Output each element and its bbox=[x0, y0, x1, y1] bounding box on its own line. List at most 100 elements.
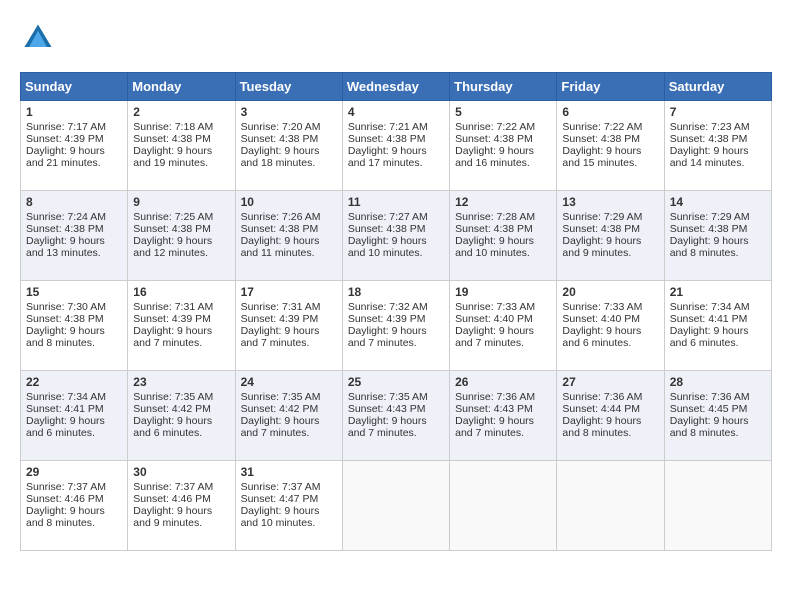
calendar-cell: 14 Sunrise: 7:29 AMSunset: 4:38 PMDayligh… bbox=[664, 191, 771, 281]
calendar-cell: 5Sunrise: 7:22 AMSunset: 4:38 PMDaylight… bbox=[450, 101, 557, 191]
day-info: Sunrise: 7:29 AMSunset: 4:38 PMDaylight:… bbox=[670, 211, 750, 259]
day-info: Sunrise: 7:32 AMSunset: 4:39 PMDaylight:… bbox=[348, 301, 428, 349]
day-info: Sunrise: 7:30 AMSunset: 4:38 PMDaylight:… bbox=[26, 301, 106, 349]
day-info: Sunrise: 7:35 AMSunset: 4:43 PMDaylight:… bbox=[348, 391, 428, 439]
day-number: 24 bbox=[241, 375, 337, 389]
col-header-saturday: Saturday bbox=[664, 73, 771, 101]
day-info: Sunrise: 7:37 AMSunset: 4:46 PMDaylight:… bbox=[133, 481, 213, 529]
day-number: 2 bbox=[133, 105, 229, 119]
calendar-cell: 7 Sunrise: 7:23 AMSunset: 4:38 PMDaylight… bbox=[664, 101, 771, 191]
logo-icon bbox=[20, 20, 56, 56]
calendar-cell: 31 Sunrise: 7:37 AMSunset: 4:47 PMDayligh… bbox=[235, 461, 342, 551]
col-header-wednesday: Wednesday bbox=[342, 73, 449, 101]
day-number: 13 bbox=[562, 195, 658, 209]
col-header-friday: Friday bbox=[557, 73, 664, 101]
calendar-cell: 4 Sunrise: 7:21 AMSunset: 4:38 PMDaylight… bbox=[342, 101, 449, 191]
day-number: 28 bbox=[670, 375, 766, 389]
day-number: 20 bbox=[562, 285, 658, 299]
day-number: 25 bbox=[348, 375, 444, 389]
day-number: 17 bbox=[241, 285, 337, 299]
day-number: 14 bbox=[670, 195, 766, 209]
calendar-cell: 17 Sunrise: 7:31 AMSunset: 4:39 PMDayligh… bbox=[235, 281, 342, 371]
day-info: Sunrise: 7:20 AMSunset: 4:38 PMDaylight:… bbox=[241, 121, 321, 169]
calendar-cell: 23 Sunrise: 7:35 AMSunset: 4:42 PMDayligh… bbox=[128, 371, 235, 461]
calendar-table: SundayMondayTuesdayWednesdayThursdayFrid… bbox=[20, 72, 772, 551]
day-number: 22 bbox=[26, 375, 122, 389]
col-header-tuesday: Tuesday bbox=[235, 73, 342, 101]
logo bbox=[20, 20, 62, 56]
day-info: Sunrise: 7:28 AMSunset: 4:38 PMDaylight:… bbox=[455, 211, 535, 259]
calendar-cell: 19Sunrise: 7:33 AMSunset: 4:40 PMDayligh… bbox=[450, 281, 557, 371]
calendar-cell: 25 Sunrise: 7:35 AMSunset: 4:43 PMDayligh… bbox=[342, 371, 449, 461]
page-header bbox=[20, 20, 772, 56]
calendar-cell: 24 Sunrise: 7:35 AMSunset: 4:42 PMDayligh… bbox=[235, 371, 342, 461]
day-info: Sunrise: 7:35 AMSunset: 4:42 PMDaylight:… bbox=[133, 391, 213, 439]
calendar-cell: 21Sunrise: 7:34 AMSunset: 4:41 PMDayligh… bbox=[664, 281, 771, 371]
day-info: Sunrise: 7:17 AMSunset: 4:39 PMDaylight:… bbox=[26, 121, 106, 169]
day-number: 26 bbox=[455, 375, 551, 389]
calendar-week-row: 8 Sunrise: 7:24 AMSunset: 4:38 PMDaylight… bbox=[21, 191, 772, 281]
calendar-cell: 9 Sunrise: 7:25 AMSunset: 4:38 PMDaylight… bbox=[128, 191, 235, 281]
calendar-cell: 13 Sunrise: 7:29 AMSunset: 4:38 PMDayligh… bbox=[557, 191, 664, 281]
calendar-cell: 15 Sunrise: 7:30 AMSunset: 4:38 PMDayligh… bbox=[21, 281, 128, 371]
day-number: 30 bbox=[133, 465, 229, 479]
day-info: Sunrise: 7:18 AMSunset: 4:38 PMDaylight:… bbox=[133, 121, 213, 169]
day-number: 18 bbox=[348, 285, 444, 299]
calendar-week-row: 1Sunrise: 7:17 AMSunset: 4:39 PMDaylight… bbox=[21, 101, 772, 191]
day-number: 5 bbox=[455, 105, 551, 119]
day-info: Sunrise: 7:37 AMSunset: 4:46 PMDaylight:… bbox=[26, 481, 106, 529]
calendar-cell bbox=[557, 461, 664, 551]
day-info: Sunrise: 7:22 AMSunset: 4:38 PMDaylight:… bbox=[562, 121, 642, 169]
day-info: Sunrise: 7:29 AMSunset: 4:38 PMDaylight:… bbox=[562, 211, 642, 259]
day-number: 15 bbox=[26, 285, 122, 299]
day-info: Sunrise: 7:34 AMSunset: 4:41 PMDaylight:… bbox=[26, 391, 106, 439]
calendar-header-row: SundayMondayTuesdayWednesdayThursdayFrid… bbox=[21, 73, 772, 101]
day-number: 7 bbox=[670, 105, 766, 119]
day-info: Sunrise: 7:37 AMSunset: 4:47 PMDaylight:… bbox=[241, 481, 321, 529]
calendar-cell: 30 Sunrise: 7:37 AMSunset: 4:46 PMDayligh… bbox=[128, 461, 235, 551]
day-number: 9 bbox=[133, 195, 229, 209]
calendar-cell: 8 Sunrise: 7:24 AMSunset: 4:38 PMDaylight… bbox=[21, 191, 128, 281]
day-info: Sunrise: 7:36 AMSunset: 4:44 PMDaylight:… bbox=[562, 391, 642, 439]
calendar-cell bbox=[664, 461, 771, 551]
calendar-cell: 27Sunrise: 7:36 AMSunset: 4:44 PMDayligh… bbox=[557, 371, 664, 461]
calendar-cell: 29 Sunrise: 7:37 AMSunset: 4:46 PMDayligh… bbox=[21, 461, 128, 551]
day-number: 31 bbox=[241, 465, 337, 479]
day-info: Sunrise: 7:24 AMSunset: 4:38 PMDaylight:… bbox=[26, 211, 106, 259]
calendar-cell: 18 Sunrise: 7:32 AMSunset: 4:39 PMDayligh… bbox=[342, 281, 449, 371]
day-info: Sunrise: 7:25 AMSunset: 4:38 PMDaylight:… bbox=[133, 211, 213, 259]
day-info: Sunrise: 7:21 AMSunset: 4:38 PMDaylight:… bbox=[348, 121, 428, 169]
calendar-cell: 10 Sunrise: 7:26 AMSunset: 4:38 PMDayligh… bbox=[235, 191, 342, 281]
day-number: 16 bbox=[133, 285, 229, 299]
day-number: 29 bbox=[26, 465, 122, 479]
day-number: 23 bbox=[133, 375, 229, 389]
calendar-cell: 12 Sunrise: 7:28 AMSunset: 4:38 PMDayligh… bbox=[450, 191, 557, 281]
day-number: 8 bbox=[26, 195, 122, 209]
calendar-cell: 28 Sunrise: 7:36 AMSunset: 4:45 PMDayligh… bbox=[664, 371, 771, 461]
col-header-sunday: Sunday bbox=[21, 73, 128, 101]
day-info: Sunrise: 7:36 AMSunset: 4:45 PMDaylight:… bbox=[670, 391, 750, 439]
day-number: 4 bbox=[348, 105, 444, 119]
calendar-cell: 20Sunrise: 7:33 AMSunset: 4:40 PMDayligh… bbox=[557, 281, 664, 371]
day-number: 11 bbox=[348, 195, 444, 209]
day-number: 10 bbox=[241, 195, 337, 209]
calendar-cell bbox=[450, 461, 557, 551]
calendar-week-row: 15 Sunrise: 7:30 AMSunset: 4:38 PMDayligh… bbox=[21, 281, 772, 371]
calendar-week-row: 29 Sunrise: 7:37 AMSunset: 4:46 PMDayligh… bbox=[21, 461, 772, 551]
col-header-monday: Monday bbox=[128, 73, 235, 101]
day-number: 3 bbox=[241, 105, 337, 119]
day-number: 6 bbox=[562, 105, 658, 119]
calendar-week-row: 22 Sunrise: 7:34 AMSunset: 4:41 PMDayligh… bbox=[21, 371, 772, 461]
calendar-cell: 3 Sunrise: 7:20 AMSunset: 4:38 PMDaylight… bbox=[235, 101, 342, 191]
day-info: Sunrise: 7:36 AMSunset: 4:43 PMDaylight:… bbox=[455, 391, 535, 439]
calendar-cell: 6 Sunrise: 7:22 AMSunset: 4:38 PMDaylight… bbox=[557, 101, 664, 191]
day-info: Sunrise: 7:23 AMSunset: 4:38 PMDaylight:… bbox=[670, 121, 750, 169]
day-number: 19 bbox=[455, 285, 551, 299]
day-info: Sunrise: 7:31 AMSunset: 4:39 PMDaylight:… bbox=[241, 301, 321, 349]
calendar-cell: 16 Sunrise: 7:31 AMSunset: 4:39 PMDayligh… bbox=[128, 281, 235, 371]
day-info: Sunrise: 7:34 AMSunset: 4:41 PMDaylight:… bbox=[670, 301, 750, 349]
day-number: 12 bbox=[455, 195, 551, 209]
day-info: Sunrise: 7:35 AMSunset: 4:42 PMDaylight:… bbox=[241, 391, 321, 439]
day-info: Sunrise: 7:31 AMSunset: 4:39 PMDaylight:… bbox=[133, 301, 213, 349]
day-info: Sunrise: 7:26 AMSunset: 4:38 PMDaylight:… bbox=[241, 211, 321, 259]
